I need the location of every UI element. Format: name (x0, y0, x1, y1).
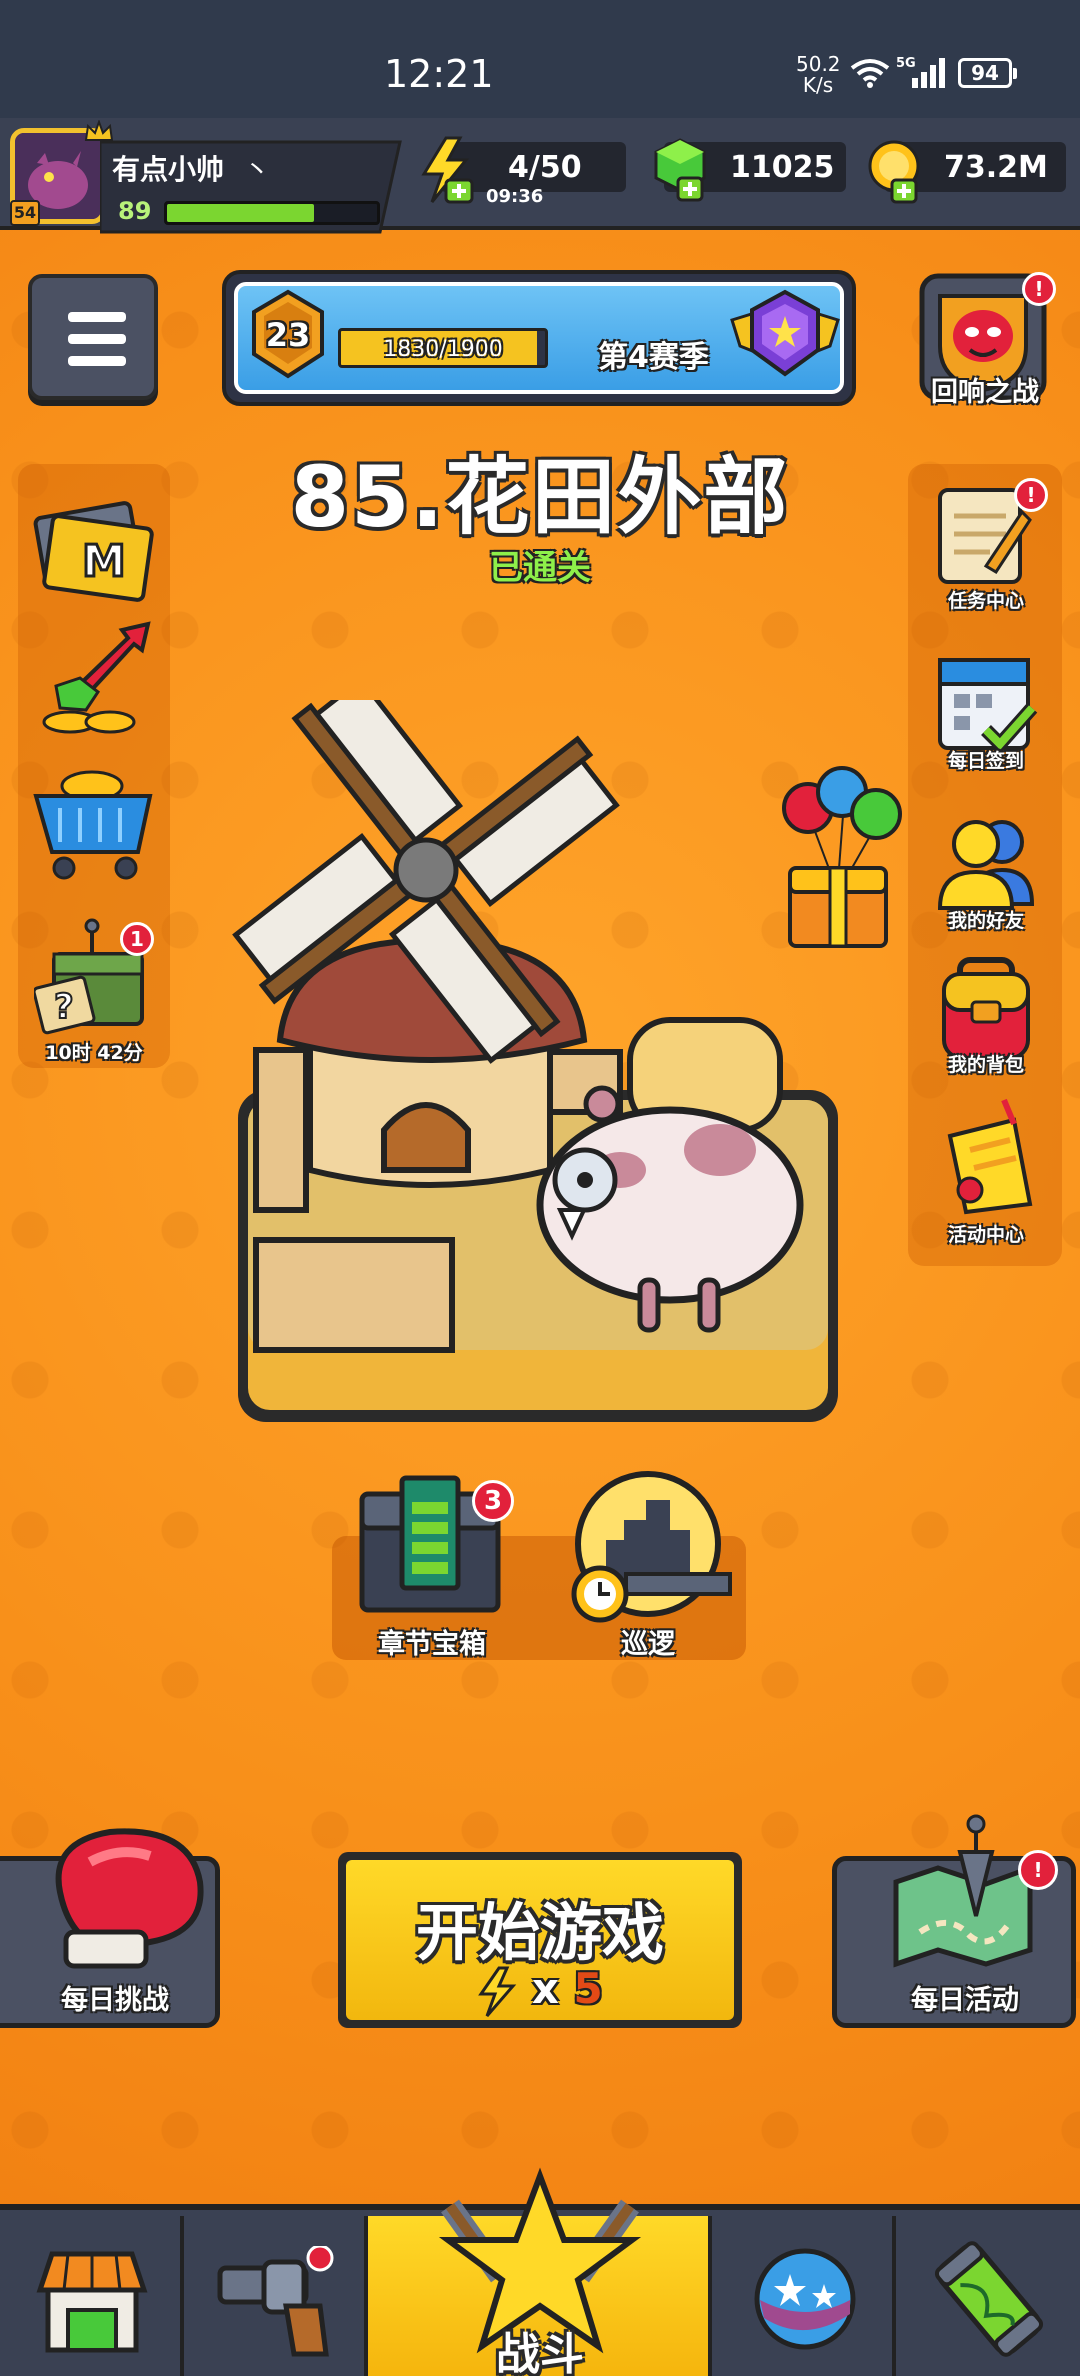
season-label: 第4赛季 (598, 340, 709, 375)
player-name: 有点小帅 (112, 153, 225, 186)
energy-cost-icon (478, 1966, 517, 2017)
season-emblem-icon (730, 289, 840, 377)
daily-event-badge: ! (1018, 1850, 1058, 1890)
start-game-cost: x 5 (346, 1964, 734, 2018)
supply-crate-timer: 10时 42分 (45, 1042, 143, 1064)
menu-button[interactable] (28, 274, 158, 400)
supply-crate-badge: 1 (120, 922, 154, 956)
svg-text:M: M (82, 536, 126, 587)
echo-battle-alert-badge: ! (1022, 272, 1056, 306)
event-center-label: 活动中心 (947, 1224, 1024, 1246)
season-progress-bar: 1830/1900 (338, 328, 548, 368)
xp-bar-fill (167, 204, 314, 222)
patrol-label: 巡逻 (621, 1629, 675, 1660)
avatar-level-badge: 54 (10, 200, 40, 226)
monthly-card-icon[interactable]: M (30, 494, 158, 606)
tab-battle-label: 战斗 (496, 2329, 584, 2376)
stage-windmill-scene[interactable] (200, 700, 860, 1440)
gem-value: 11025 (730, 150, 835, 185)
gem-plus-icon[interactable] (652, 136, 714, 206)
energy-timer: 09:36 (486, 186, 544, 207)
svg-text:?: ? (54, 987, 74, 1027)
echo-battle-label: 回响之战 (931, 377, 1039, 408)
start-game-label: 开始游戏 (415, 1896, 664, 1969)
energy-plus-icon[interactable] (416, 136, 478, 206)
season-card[interactable]: 1830/1900 第4赛季 23 (222, 270, 856, 406)
daily-event-label: 每日活动 (911, 1985, 1019, 2016)
player-level: 89 (118, 197, 152, 225)
network-speed: 50.2 K/s (796, 52, 841, 97)
status-time: 12:21 (384, 52, 494, 96)
coin-value: 73.2M (944, 150, 1048, 185)
task-center-label: 任务中心 (947, 590, 1024, 612)
signal-icon (912, 58, 945, 88)
xp-bar (164, 201, 380, 225)
season-rank: 23 (265, 316, 311, 354)
network-speed-value: 50.2 (796, 52, 841, 76)
patrol-icon[interactable] (566, 1470, 732, 1626)
daily-checkin-label: 每日签到 (947, 750, 1024, 772)
task-center-badge: ! (1014, 478, 1048, 512)
wifi-icon (850, 59, 890, 88)
coin-plus-icon[interactable] (866, 136, 928, 206)
player-name-suffix: 丶 (244, 156, 271, 186)
start-game-cost-value: 5 (573, 1964, 603, 2013)
daily-challenge-label: 每日挑战 (61, 1985, 169, 2016)
friends-icon[interactable] (932, 812, 1042, 912)
start-game-face: 开始游戏 x 5 (346, 1860, 734, 2020)
start-game-button[interactable]: 开始游戏 x 5 (338, 1852, 742, 2028)
friends-label: 我的好友 (947, 910, 1024, 932)
chapter-chest-label: 章节宝箱 (378, 1629, 486, 1660)
start-game-cost-prefix: x (531, 1964, 559, 2013)
status-bar: 12:21 50.2 K/s 5G 94 (0, 0, 1080, 118)
chapter-chest-badge: 3 (472, 1480, 514, 1522)
backpack-label: 我的背包 (947, 1054, 1024, 1076)
shop-cart-icon[interactable] (30, 756, 158, 886)
battery-indicator: 94 (958, 58, 1017, 88)
growth-fund-icon[interactable] (36, 618, 152, 742)
treasure-map-icon (893, 1814, 1033, 1968)
energy-value: 4/50 (508, 150, 582, 185)
boxing-glove-icon (55, 1828, 204, 1969)
event-center-icon[interactable] (930, 1096, 1042, 1220)
network-speed-unit: K/s (802, 73, 834, 97)
season-progress-text: 1830/1900 (383, 337, 503, 362)
